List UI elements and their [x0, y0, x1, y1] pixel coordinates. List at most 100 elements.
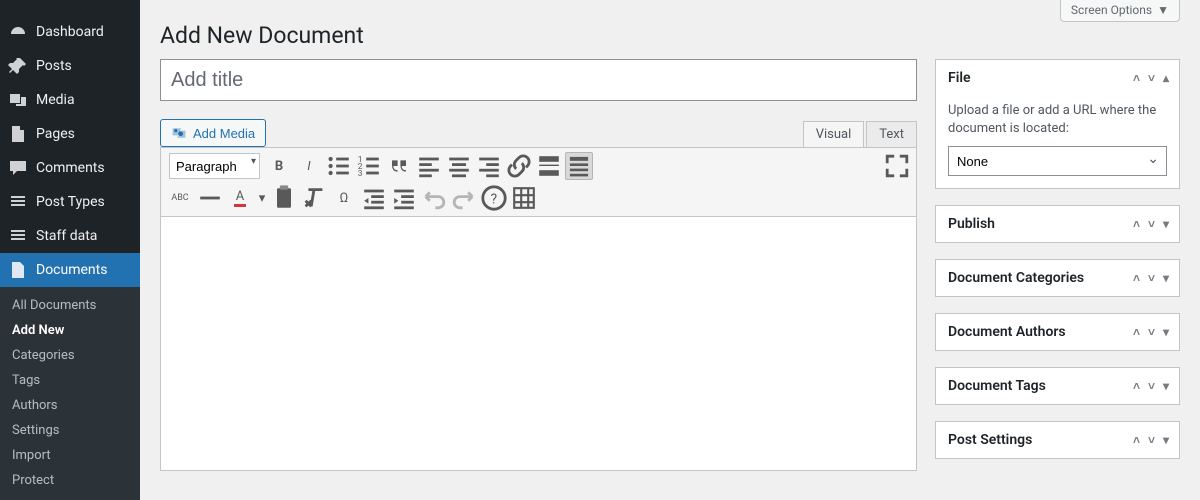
sidebar-item-post-types[interactable]: Post Types — [0, 185, 140, 219]
toggle-icon[interactable]: ▾ — [1163, 379, 1169, 393]
page-title: Add New Document — [160, 0, 1180, 59]
metabox-title: Document Tags — [948, 378, 1046, 394]
move-up-icon[interactable]: ˄ — [1133, 71, 1140, 85]
help-button[interactable]: ? — [480, 184, 508, 212]
outdent-button[interactable] — [360, 184, 388, 212]
sidebar-item-label: Dashboard — [36, 24, 104, 40]
format-select[interactable]: Paragraph — [169, 153, 260, 179]
submenu-categories[interactable]: Categories — [0, 343, 140, 368]
sidebar-item-comments[interactable]: Comments — [0, 151, 140, 185]
horizontal-line-button[interactable] — [196, 184, 224, 212]
sidebar-item-label: Posts — [36, 58, 72, 74]
table-button[interactable] — [510, 184, 538, 212]
move-up-icon[interactable]: ˄ — [1133, 217, 1140, 231]
submenu-settings[interactable]: Settings — [0, 418, 140, 443]
media-icon — [171, 125, 187, 141]
metabox-document-authors: Document Authors ˄ ˅ ▾ — [935, 313, 1180, 351]
svg-text:?: ? — [491, 192, 498, 208]
strikethrough-button[interactable]: ABC — [166, 184, 194, 212]
numbered-list-button[interactable]: 123 — [355, 152, 383, 180]
italic-button[interactable]: I — [295, 152, 323, 180]
bold-button[interactable]: B — [265, 152, 293, 180]
toolbar-toggle-button[interactable] — [565, 152, 593, 180]
fullscreen-button[interactable] — [883, 152, 911, 180]
link-button[interactable] — [505, 152, 533, 180]
editor-toolbar: Paragraph B I 123 — [160, 147, 917, 217]
move-down-icon[interactable]: ˅ — [1148, 433, 1155, 447]
tab-text[interactable]: Text — [866, 121, 917, 147]
move-up-icon[interactable]: ˄ — [1133, 379, 1140, 393]
align-left-button[interactable] — [415, 152, 443, 180]
staff-icon — [8, 226, 28, 246]
sidebar-item-staff-data[interactable]: Staff data — [0, 219, 140, 253]
document-title-input[interactable] — [160, 59, 917, 101]
sidebar-item-media[interactable]: Media — [0, 83, 140, 117]
paste-text-button[interactable] — [270, 184, 298, 212]
toggle-icon[interactable]: ▴ — [1163, 71, 1169, 85]
text-color-button[interactable]: A — [226, 184, 254, 212]
sidebar-item-label: Staff data — [36, 228, 97, 244]
move-down-icon[interactable]: ˅ — [1148, 379, 1155, 393]
blockquote-button[interactable] — [385, 152, 413, 180]
metabox-document-categories: Document Categories ˄ ˅ ▾ — [935, 259, 1180, 297]
move-up-icon[interactable]: ˄ — [1133, 271, 1140, 285]
sidebar-item-posts[interactable]: Posts — [0, 49, 140, 83]
toggle-icon[interactable]: ▾ — [1163, 271, 1169, 285]
move-up-icon[interactable]: ˄ — [1133, 325, 1140, 339]
sidebar-item-dashboard[interactable]: Dashboard — [0, 15, 140, 49]
metabox-document-tags: Document Tags ˄ ˅ ▾ — [935, 367, 1180, 405]
move-down-icon[interactable]: ˅ — [1148, 325, 1155, 339]
toggle-icon[interactable]: ▾ — [1163, 217, 1169, 231]
toggle-icon[interactable]: ▾ — [1163, 433, 1169, 447]
post-types-icon — [8, 192, 28, 212]
svg-text:3: 3 — [358, 169, 363, 179]
chevron-down-icon: ▼ — [1157, 3, 1169, 17]
add-media-button[interactable]: Add Media — [160, 119, 266, 147]
bullet-list-button[interactable] — [325, 152, 353, 180]
editor-content-area[interactable] — [160, 217, 917, 471]
documents-submenu: All Documents Add New Categories Tags Au… — [0, 287, 140, 500]
text-color-chevron-icon[interactable]: ▾ — [256, 184, 268, 212]
screen-options-button[interactable]: Screen Options ▼ — [1060, 0, 1180, 22]
pin-icon — [8, 56, 28, 76]
submenu-add-new[interactable]: Add New — [0, 318, 140, 343]
screen-options-label: Screen Options — [1071, 3, 1152, 17]
submenu-authors[interactable]: Authors — [0, 393, 140, 418]
move-down-icon[interactable]: ˅ — [1148, 71, 1155, 85]
move-up-icon[interactable]: ˄ — [1133, 433, 1140, 447]
sidebar-item-documents[interactable]: Documents — [0, 253, 140, 287]
submenu-tags[interactable]: Tags — [0, 368, 140, 393]
side-column: File ˄ ˅ ▴ Upload a file or add a URL wh… — [935, 59, 1180, 475]
metabox-title: Document Categories — [948, 270, 1084, 286]
metabox-publish: Publish ˄ ˅ ▾ — [935, 205, 1180, 243]
metabox-title: Publish — [948, 216, 995, 232]
redo-button[interactable] — [450, 184, 478, 212]
sidebar-item-label: Post Types — [36, 194, 105, 210]
editor-tabs: Visual Text — [801, 121, 917, 147]
admin-sidebar: Dashboard Posts Media Pages Comments Pos… — [0, 0, 140, 500]
read-more-button[interactable] — [535, 152, 563, 180]
indent-button[interactable] — [390, 184, 418, 212]
clear-formatting-button[interactable] — [300, 184, 328, 212]
comment-icon — [8, 158, 28, 178]
submenu-protect[interactable]: Protect — [0, 468, 140, 493]
documents-icon — [8, 260, 28, 280]
align-right-button[interactable] — [475, 152, 503, 180]
sidebar-item-pages[interactable]: Pages — [0, 117, 140, 151]
media-icon — [8, 90, 28, 110]
sidebar-item-label: Media — [36, 92, 75, 108]
special-character-button[interactable]: Ω — [330, 184, 358, 212]
add-media-label: Add Media — [193, 126, 255, 141]
move-down-icon[interactable]: ˅ — [1148, 271, 1155, 285]
tab-visual[interactable]: Visual — [803, 121, 865, 147]
sidebar-item-label: Pages — [36, 126, 75, 142]
submenu-all-documents[interactable]: All Documents — [0, 293, 140, 318]
align-center-button[interactable] — [445, 152, 473, 180]
move-down-icon[interactable]: ˅ — [1148, 217, 1155, 231]
toggle-icon[interactable]: ▾ — [1163, 325, 1169, 339]
submenu-import[interactable]: Import — [0, 443, 140, 468]
undo-button[interactable] — [420, 184, 448, 212]
site-logo — [0, 0, 140, 15]
metabox-file: File ˄ ˅ ▴ Upload a file or add a URL wh… — [935, 59, 1180, 189]
file-select[interactable]: None — [948, 146, 1167, 176]
